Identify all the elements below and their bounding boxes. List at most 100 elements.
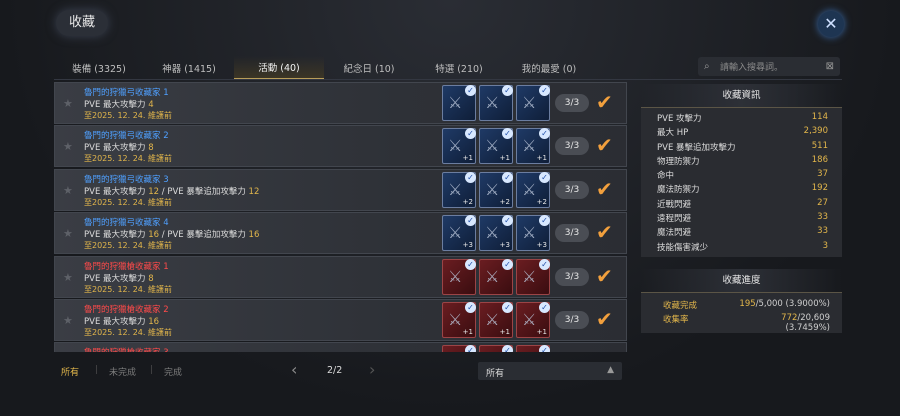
filter-incomplete[interactable]: 未完成 — [109, 365, 136, 378]
collection-item-slot[interactable]: ⚔ ✓ +1 — [479, 128, 513, 165]
footer: 所有 | 未完成 | 完成 ‹ 2/2 › 所有 ▲ — [54, 360, 842, 384]
effect-value: 16 — [148, 316, 160, 327]
tab-special[interactable]: 特選 (210) — [414, 56, 504, 79]
collection-name: 魯門的狩獵弓收藏家 1 — [84, 88, 169, 98]
clear-search-icon[interactable]: ⊠ — [826, 61, 834, 72]
spear-icon: ⚔ — [522, 266, 537, 286]
search-input[interactable]: ⌕ 請輸入搜尋詞。 ⊠ — [698, 57, 840, 76]
favorite-star-icon[interactable]: ★ — [63, 184, 73, 197]
registered-check-icon: ✓ — [465, 345, 476, 352]
registered-check-icon: ✓ — [502, 215, 513, 227]
registered-check-icon: ✓ — [465, 85, 476, 96]
collection-row[interactable]: ★ 魯門的狩獵弓收藏家 1 PVE 最大攻擊力 4 至2025. 12. 24.… — [54, 82, 627, 124]
tab-artifact[interactable]: 神器 (1415) — [144, 56, 234, 79]
collection-item-slot[interactable]: ⚔ ✓ — [442, 258, 476, 295]
bow-icon: ⚔ — [485, 179, 500, 199]
filter-complete[interactable]: 完成 — [164, 365, 182, 378]
registered-check-icon: ✓ — [539, 85, 550, 96]
favorite-star-icon[interactable]: ★ — [63, 227, 73, 240]
stat-value: 33 — [817, 226, 828, 237]
collection-name: 魯門的狩獵弓收藏家 2 — [84, 131, 169, 142]
collection-row[interactable]: ★ 魯門的狩獵弓收藏家 2 PVE 最大攻擊力 8 至2025. 12. 24.… — [54, 125, 627, 168]
collection-row[interactable]: ★ 魯門的狩獵弓收藏家 3 PVE 最大攻擊力 12 / PVE 暴擊追加攻擊力… — [54, 168, 627, 211]
collection-name: 魯門的狩獵槍收藏家 3 — [84, 346, 169, 352]
effect-text: PVE 最大攻擊力 — [84, 100, 149, 110]
complete-check-icon: ✔ — [596, 90, 613, 114]
collection-item-slot[interactable]: ⚔ ✓ +3 — [442, 215, 476, 252]
collection-row[interactable]: ★ 魯門的狩獵弓收藏家 4 PVE 最大攻擊力 16 / PVE 暴擊追加攻擊力… — [54, 212, 627, 255]
stats-list: PVE 攻擊力 114 最大 HP 2,390 PVE 暴擊追加攻擊力 511 物理防禦力 1… — [641, 108, 842, 257]
collection-item-slot[interactable]: ⚔ ✓ +2 — [479, 171, 513, 208]
item-slots: ⚔ ✓ +1 ⚔ ✓ +1 ⚔ ✓ +1 — [442, 301, 550, 338]
collection-item-slot[interactable]: ⚔ ✓ +1 — [442, 128, 476, 165]
expiry-date: 至2025. 12. 24. 維護前 — [84, 284, 172, 294]
enchant-level: +1 — [462, 154, 473, 163]
collection-item-slot[interactable]: ⚔ ✓ +2 — [516, 171, 550, 208]
effect-text-2: / PVE 暴擊追加攻擊力 — [159, 186, 249, 197]
favorite-star-icon[interactable]: ★ — [63, 140, 73, 153]
prev-page-icon[interactable]: ‹ — [291, 360, 297, 379]
spear-icon: ⚔ — [485, 309, 500, 329]
bow-icon: ⚔ — [485, 223, 500, 243]
effect-value-2: 12 — [248, 186, 260, 197]
bow-icon: ⚔ — [448, 179, 463, 199]
collection-item-slot[interactable]: ⚔ ✓ +1 — [442, 301, 476, 338]
stat-name: 遠程閃避 — [657, 214, 692, 225]
enchant-level: +1 — [536, 154, 547, 163]
collection-row[interactable]: ★ 魯門的狩獵槍收藏家 1 PVE 最大攻擊力 8 至2025. 12. 24.… — [54, 255, 627, 298]
item-slots: ⚔ ✓ ⚔ ✓ ⚔ ✓ — [442, 345, 550, 352]
collection-item-slot[interactable]: ⚔ ✓ — [442, 345, 476, 352]
collection-count: 3/3 — [555, 310, 589, 329]
filter-all[interactable]: 所有 — [61, 365, 79, 378]
registered-check-icon: ✓ — [502, 85, 513, 96]
collection-item-slot[interactable]: ⚔ ✓ +2 — [442, 171, 476, 208]
tab-anniversary[interactable]: 紀念日 (10) — [324, 56, 414, 79]
item-slots: ⚔ ✓ +1 ⚔ ✓ +1 ⚔ ✓ +1 — [442, 128, 550, 165]
collection-item-slot[interactable]: ⚔ ✓ — [479, 345, 513, 352]
stat-row: PVE 攻擊力 114 — [641, 112, 842, 126]
stat-row: 最大 HP 2,390 — [641, 126, 842, 140]
enchant-level: +2 — [462, 197, 473, 206]
collection-item-slot[interactable]: ⚔ ✓ +1 — [479, 301, 513, 338]
stat-row: 命中 37 — [641, 169, 842, 183]
registered-check-icon: ✓ — [502, 345, 513, 352]
spear-icon: ⚔ — [448, 266, 463, 286]
window-title: 收藏 — [56, 10, 108, 36]
tab-equipment[interactable]: 裝備 (3325) — [54, 56, 144, 79]
registered-check-icon: ✓ — [539, 258, 550, 270]
collection-row[interactable]: ★ 魯門的狩獵槍收藏家 3 ⚔ ✓ ⚔ ✓ ⚔ ✓ 3/3 ✔ — [54, 342, 627, 352]
collection-item-slot[interactable]: ⚔ ✓ — [442, 85, 476, 121]
collection-effect: PVE 最大攻擊力 8 — [84, 141, 154, 153]
tab-event[interactable]: 活動 (40) — [234, 56, 324, 79]
favorite-star-icon[interactable]: ★ — [63, 97, 73, 110]
collection-item-slot[interactable]: ⚔ ✓ — [516, 345, 550, 352]
bow-icon: ⚔ — [448, 136, 463, 156]
sort-dropdown[interactable]: 所有 ▲ — [478, 362, 622, 380]
expiry-date: 至2025. 12. 24. 維護前 — [84, 111, 172, 120]
close-icon[interactable]: ✕ — [818, 11, 844, 37]
stat-row: 技能傷害減少 3 — [641, 241, 842, 255]
collection-item-slot[interactable]: ⚔ ✓ — [479, 85, 513, 121]
progress-row: 收集率 772/20,609 (3.7459%) — [663, 313, 830, 333]
collection-item-slot[interactable]: ⚔ ✓ — [479, 258, 513, 295]
collection-item-slot[interactable]: ⚔ ✓ +1 — [516, 128, 550, 165]
effect-text: PVE 最大攻擊力 — [84, 273, 149, 284]
next-page-icon[interactable]: › — [369, 360, 375, 379]
collection-item-slot[interactable]: ⚔ ✓ +3 — [516, 215, 550, 252]
registered-check-icon: ✓ — [539, 301, 550, 313]
collection-item-slot[interactable]: ⚔ ✓ +1 — [516, 301, 550, 338]
enchant-level: +3 — [462, 241, 473, 250]
collection-list[interactable]: ★ 魯門的狩獵弓收藏家 1 PVE 最大攻擊力 4 至2025. 12. 24.… — [54, 82, 627, 352]
progress-value: 772/20,609 (3.7459%) — [735, 313, 830, 333]
stat-name: 技能傷害減少 — [657, 242, 709, 253]
tab-favorites[interactable]: 我的最愛 (0) — [504, 56, 594, 79]
favorite-star-icon[interactable]: ★ — [63, 314, 73, 327]
favorite-star-icon[interactable]: ★ — [63, 271, 73, 284]
collection-item-slot[interactable]: ⚔ ✓ — [516, 85, 550, 121]
search-placeholder: 請輸入搜尋詞。 — [720, 63, 784, 73]
collection-row[interactable]: ★ 魯門的狩獵槍收藏家 2 PVE 最大攻擊力 16 至2025. 12. 24… — [54, 298, 627, 341]
collection-item-slot[interactable]: ⚔ ✓ +3 — [479, 215, 513, 252]
item-slots: ⚔ ✓ ⚔ ✓ ⚔ ✓ — [442, 258, 550, 295]
collection-item-slot[interactable]: ⚔ ✓ — [516, 258, 550, 295]
stat-row: 物理防禦力 186 — [641, 155, 842, 169]
